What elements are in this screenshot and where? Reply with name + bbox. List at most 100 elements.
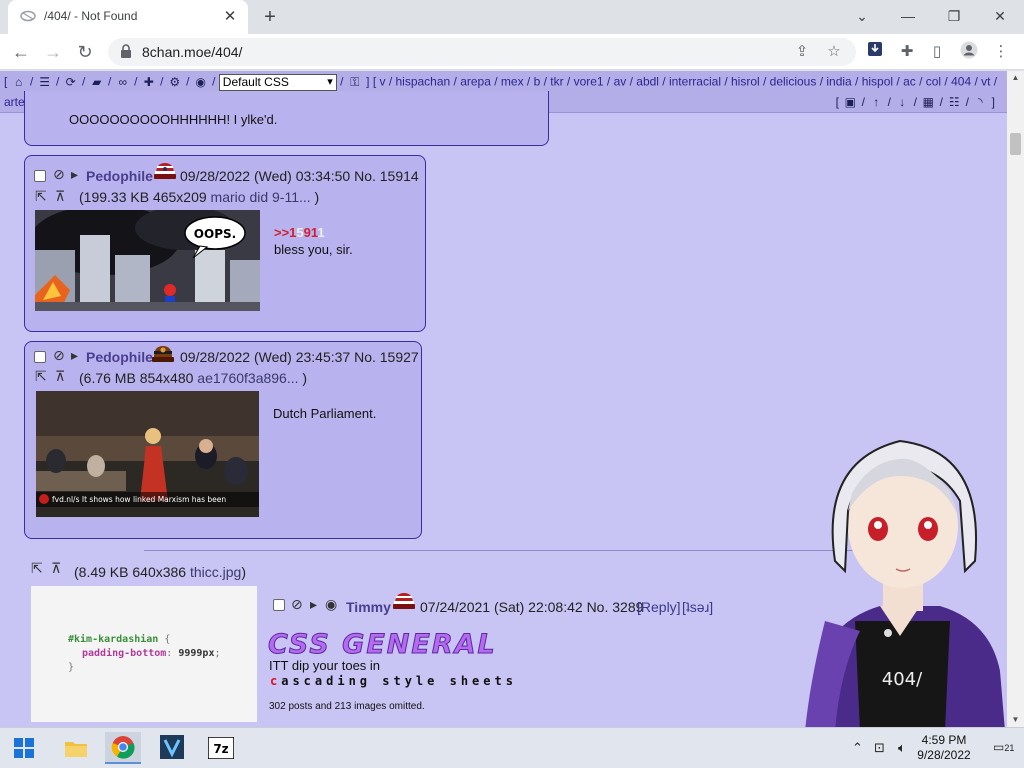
open-file-icon[interactable]: ⇱	[35, 368, 47, 385]
file-name-link[interactable]: ae1760f3a896...	[197, 370, 298, 386]
quote-link[interactable]: >>15911	[274, 225, 325, 240]
kebab-menu-icon[interactable]: ⋮	[990, 41, 1012, 63]
grid-view-icon[interactable]: ▦	[920, 95, 936, 109]
clock-date: 9/28/2022	[917, 748, 971, 762]
partial-post-text: OOOOOOOOOOHHHHHH! I ylke'd.	[69, 112, 278, 127]
chrome-icon[interactable]	[105, 732, 141, 764]
post-menu-arrow-icon[interactable]: ▸	[71, 347, 78, 364]
nav-right-icons: [ ▣ / ↑ / ↓ / ▦ / ☷ / ◝ ]	[835, 95, 995, 109]
scroll-down-arrow-icon[interactable]: ▼	[1007, 713, 1024, 727]
reply-post-15914: ⊘ ▸ Pedophile 09/28/2022 (Wed) 03:34:50 …	[24, 155, 426, 332]
minimize-button[interactable]: —	[888, 4, 928, 28]
download-file-icon[interactable]: ⊼	[55, 368, 65, 385]
settings-gear-icon[interactable]: ⚙	[167, 75, 183, 89]
thumb-caption: OOPS.	[194, 227, 236, 241]
system-clock[interactable]: 4:59 PM 9/28/2022	[906, 733, 982, 763]
network-icon[interactable]: ⊡	[874, 740, 885, 756]
overboard-icon[interactable]: ⟳	[63, 75, 79, 89]
post-date: 09/28/2022 (Wed) 23:45:37 No. 15927	[180, 349, 419, 365]
page-scrollbar[interactable]: ▲ ▼	[1007, 71, 1024, 727]
home-icon[interactable]: ⌂	[11, 75, 27, 89]
op-post-date: 07/24/2021 (Sat) 22:08:42 No. 3289	[420, 599, 644, 615]
mario-911-thumbnail[interactable]: OOPS.	[35, 210, 260, 311]
board-list-icon[interactable]: ☰	[37, 75, 53, 89]
op-checkbox[interactable]	[273, 599, 285, 611]
hide-post-icon[interactable]: ⊘	[53, 166, 65, 183]
partial-post: OOOOOOOOOOHHHHHH! I ylke'd.	[24, 91, 549, 146]
open-file-icon[interactable]: ⇱	[35, 188, 47, 205]
post-menu-arrow-icon[interactable]: ▸	[71, 166, 78, 183]
file-info: (199.33 KB 465x209 mario did 9-11... )	[79, 189, 320, 205]
share-icon[interactable]: ⇪	[792, 42, 812, 62]
reply-post-15927: ⊘ ▸ Pedophile 09/28/2022 (Wed) 23:45:37 …	[24, 341, 422, 539]
rss-icon[interactable]: ◝	[972, 95, 988, 109]
download-extension-icon[interactable]	[864, 41, 886, 63]
post-message: bless you, sir.	[274, 242, 353, 257]
notifications-icon[interactable]: ▭21	[993, 740, 1014, 754]
reload-icon[interactable]: ↻	[72, 40, 98, 64]
browser-toolbar: ← → ↻ 8chan.moe/404/ ⇪ ☆ 5 ✚ ▯ ⋮	[0, 34, 1024, 99]
board-links[interactable]: [ v / hispachan / arepa / mex / b / tkr …	[373, 75, 997, 89]
profile-avatar-icon[interactable]	[958, 41, 980, 63]
hide-post-icon[interactable]: ⊘	[291, 596, 303, 613]
scroll-top-icon[interactable]: ↑	[868, 95, 884, 109]
bookmark-star-icon[interactable]: ☆	[824, 42, 844, 62]
tab-search-icon[interactable]: ⌄	[842, 4, 882, 28]
svg-text:7z: 7z	[213, 742, 228, 756]
reply-mirror-link[interactable]: [ʇsǝɹ]	[682, 599, 713, 615]
catalog-icon[interactable]: ▣	[842, 95, 858, 109]
puzzle-extensions-icon[interactable]: ✚	[896, 41, 918, 63]
url-text: 8chan.moe/404/	[142, 44, 243, 60]
start-windows-icon[interactable]	[6, 732, 42, 764]
flag-icon	[151, 342, 175, 364]
watch-thread-eye-icon[interactable]: ◉	[325, 596, 337, 613]
watch-eye-icon[interactable]: ◉	[193, 75, 209, 89]
reply-link[interactable]: [Reply]	[637, 599, 681, 615]
forward-icon[interactable]: →	[40, 40, 66, 64]
lock-icon[interactable]	[120, 44, 134, 60]
tray-overflow-chevron-icon[interactable]: ⌃	[852, 740, 863, 756]
op-poster-name: Timmy	[346, 599, 391, 615]
address-bar[interactable]: 8chan.moe/404/ ⇪ ☆	[108, 38, 856, 66]
op-thumbnail-css-code[interactable]: #kim-kardashian { padding-bottom: 9999px…	[31, 586, 257, 722]
close-tab-icon[interactable]: ✕	[220, 7, 240, 27]
post-menu-arrow-icon[interactable]: ▸	[310, 596, 317, 613]
download-file-icon[interactable]: ⊼	[51, 560, 61, 577]
scrollbar-thumb[interactable]	[1010, 133, 1021, 155]
browser-tab[interactable]: /404/ - Not Found ✕	[8, 0, 248, 34]
anime-mascot-image: 404/	[800, 421, 1007, 727]
css-theme-select[interactable]: Default CSS	[218, 74, 337, 91]
back-icon[interactable]: ←	[8, 40, 34, 64]
post-checkbox[interactable]	[34, 351, 46, 363]
v-app-icon[interactable]	[154, 732, 190, 764]
close-window-button[interactable]: ✕	[980, 4, 1020, 28]
tab-title: /404/ - Not Found	[44, 9, 138, 23]
download-file-icon[interactable]: ⊼	[55, 188, 65, 205]
scroll-up-arrow-icon[interactable]: ▲	[1007, 71, 1024, 85]
scroll-bottom-icon[interactable]: ↓	[894, 95, 910, 109]
mascot-shirt-text: 404/	[882, 669, 923, 690]
create-board-icon[interactable]: ✚	[141, 75, 157, 89]
thread-divider	[144, 550, 864, 551]
file-explorer-icon[interactable]	[58, 732, 94, 764]
file-name-link[interactable]: mario did 9-11...	[211, 189, 311, 205]
op-message-cascading: cascading style sheets	[270, 674, 517, 688]
volume-icon[interactable]: 🔈︎	[898, 740, 906, 756]
open-file-icon[interactable]: ⇱	[31, 560, 43, 577]
file-info: (6.76 MB 854x480 ae1760f3a896... )	[79, 370, 308, 386]
hide-post-icon[interactable]: ⊘	[53, 347, 65, 364]
list-view-icon[interactable]: ☷	[946, 95, 962, 109]
new-tab-button[interactable]: +	[258, 6, 282, 28]
dutch-parliament-thumbnail[interactable]: fvd.nl/s It shows how linked Marxism has…	[36, 391, 259, 517]
7zip-icon[interactable]: 7z	[203, 732, 239, 764]
side-panel-icon[interactable]: ▯	[926, 41, 948, 63]
page-content: [ ⌂ / ☰ / ⟳ / ▰ / ∞ / ✚ / ⚙ / ◉ / Defaul…	[0, 71, 1007, 727]
flag-icon	[153, 159, 177, 181]
thumb-caption: fvd.nl/s It shows how linked Marxism has…	[52, 495, 226, 504]
post-checkbox[interactable]	[34, 170, 46, 182]
account-icon[interactable]: ▰	[89, 75, 105, 89]
infinity-icon[interactable]: ∞	[115, 75, 131, 89]
key-icon[interactable]: ⚿	[347, 75, 363, 90]
op-file-name-link[interactable]: thicc.jpg	[190, 564, 241, 580]
restore-button[interactable]: ❐	[934, 4, 974, 28]
